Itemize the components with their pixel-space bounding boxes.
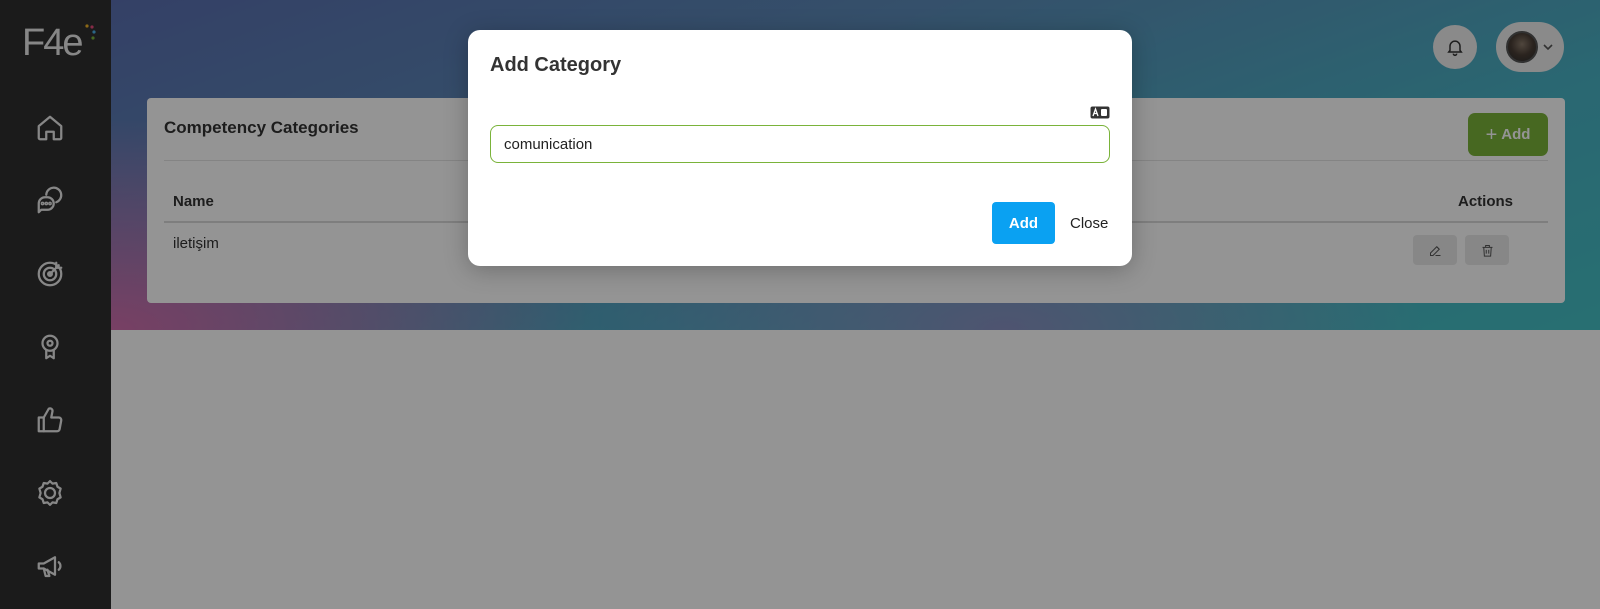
add-category-modal: Add Category Add Close xyxy=(468,30,1132,266)
category-name-input[interactable] xyxy=(490,125,1110,163)
modal-add-button[interactable]: Add xyxy=(992,202,1055,244)
modal-close-button[interactable]: Close xyxy=(1070,202,1108,244)
input-assist-icon[interactable] xyxy=(1090,106,1110,119)
modal-title: Add Category xyxy=(490,54,622,76)
